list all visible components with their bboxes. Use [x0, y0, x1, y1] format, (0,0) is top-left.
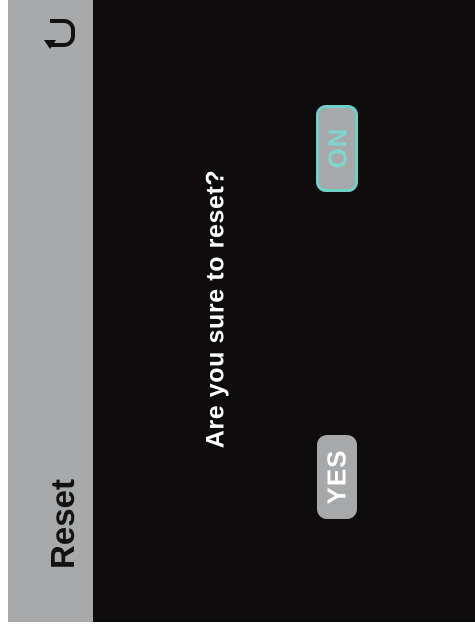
reset-screen: Reset Are you sure to reset? NO YES [0, 0, 475, 630]
yes-button-label: YES [321, 449, 352, 505]
yes-button[interactable]: YES [317, 435, 357, 519]
sidebar: Reset [8, 0, 93, 622]
confirm-question: Are you sure to reset? [201, 169, 230, 449]
back-arrow-icon[interactable] [37, 14, 77, 54]
page-title: Reset [44, 479, 81, 569]
no-button-label: NO [322, 128, 353, 169]
no-button[interactable]: NO [316, 105, 358, 192]
dialog-area [93, 0, 475, 622]
